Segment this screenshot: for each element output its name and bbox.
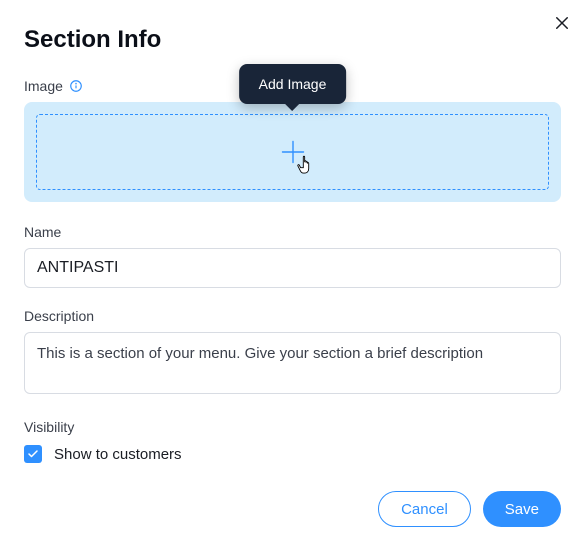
image-label: Image	[24, 78, 63, 94]
cancel-button[interactable]: Cancel	[378, 491, 471, 527]
show-to-customers-label: Show to customers	[54, 446, 182, 463]
image-field: Image Add Image	[24, 78, 561, 202]
add-image-dropzone[interactable]: Add Image	[36, 114, 549, 190]
description-textarea[interactable]	[24, 332, 561, 394]
save-button[interactable]: Save	[483, 491, 561, 527]
add-image-tooltip: Add Image	[239, 64, 347, 104]
plus-icon	[279, 138, 307, 166]
close-icon[interactable]	[553, 14, 571, 32]
description-field: Description	[24, 308, 561, 399]
name-label: Name	[24, 224, 561, 240]
visibility-field: Visibility Show to customers	[24, 419, 561, 463]
name-input[interactable]	[24, 248, 561, 288]
modal-footer: Cancel Save	[24, 491, 561, 527]
description-label: Description	[24, 308, 561, 324]
image-upload-area: Add Image	[24, 102, 561, 202]
section-info-modal: Section Info Image Add Image	[0, 0, 585, 535]
page-title: Section Info	[24, 26, 561, 54]
info-icon[interactable]	[69, 79, 83, 93]
name-field: Name	[24, 224, 561, 288]
visibility-label: Visibility	[24, 419, 561, 435]
show-to-customers-checkbox[interactable]	[24, 445, 42, 463]
